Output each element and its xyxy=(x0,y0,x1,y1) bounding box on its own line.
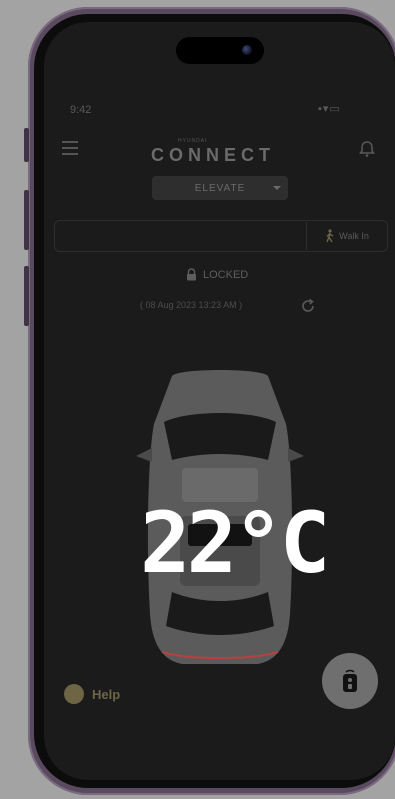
temperature-display: 22°C xyxy=(140,494,330,592)
car-key-icon xyxy=(343,669,357,692)
lock-status-label: LOCKED xyxy=(203,268,249,281)
refresh-icon[interactable] xyxy=(300,298,316,314)
help-button[interactable]: Help xyxy=(64,684,120,704)
remote-control-button[interactable] xyxy=(322,653,378,709)
status-icons: ▪▾▭ xyxy=(318,103,341,115)
hamburger-line xyxy=(62,147,78,149)
variant-label: ELEVATE xyxy=(194,182,246,194)
brand-logo: CONNECT xyxy=(151,145,275,165)
status-time: 9:42 xyxy=(70,104,92,116)
walk-in-label: Walk In xyxy=(339,231,369,241)
bell-icon[interactable] xyxy=(358,140,376,158)
vehicle-variant-select[interactable]: ELEVATE xyxy=(152,176,288,200)
camera-icon xyxy=(242,45,252,55)
side-button-3 xyxy=(24,266,29,326)
side-button-2 xyxy=(24,190,29,250)
side-button-1 xyxy=(24,128,29,162)
hamburger-line xyxy=(62,141,78,143)
brand-small-label: HYUNDAI xyxy=(178,138,208,144)
hamburger-line xyxy=(62,153,78,155)
last-updated-timestamp: ( 08 Aug 2023 13:23 AM ) xyxy=(140,300,243,310)
lock-icon xyxy=(187,268,196,281)
lock-status: LOCKED xyxy=(186,268,248,281)
walk-in-button[interactable]: Walk In xyxy=(306,222,387,250)
menu-button[interactable] xyxy=(62,141,78,159)
help-icon xyxy=(64,684,84,704)
help-label: Help xyxy=(92,686,121,702)
chevron-down-icon xyxy=(273,186,281,190)
walking-person-icon xyxy=(326,229,334,243)
